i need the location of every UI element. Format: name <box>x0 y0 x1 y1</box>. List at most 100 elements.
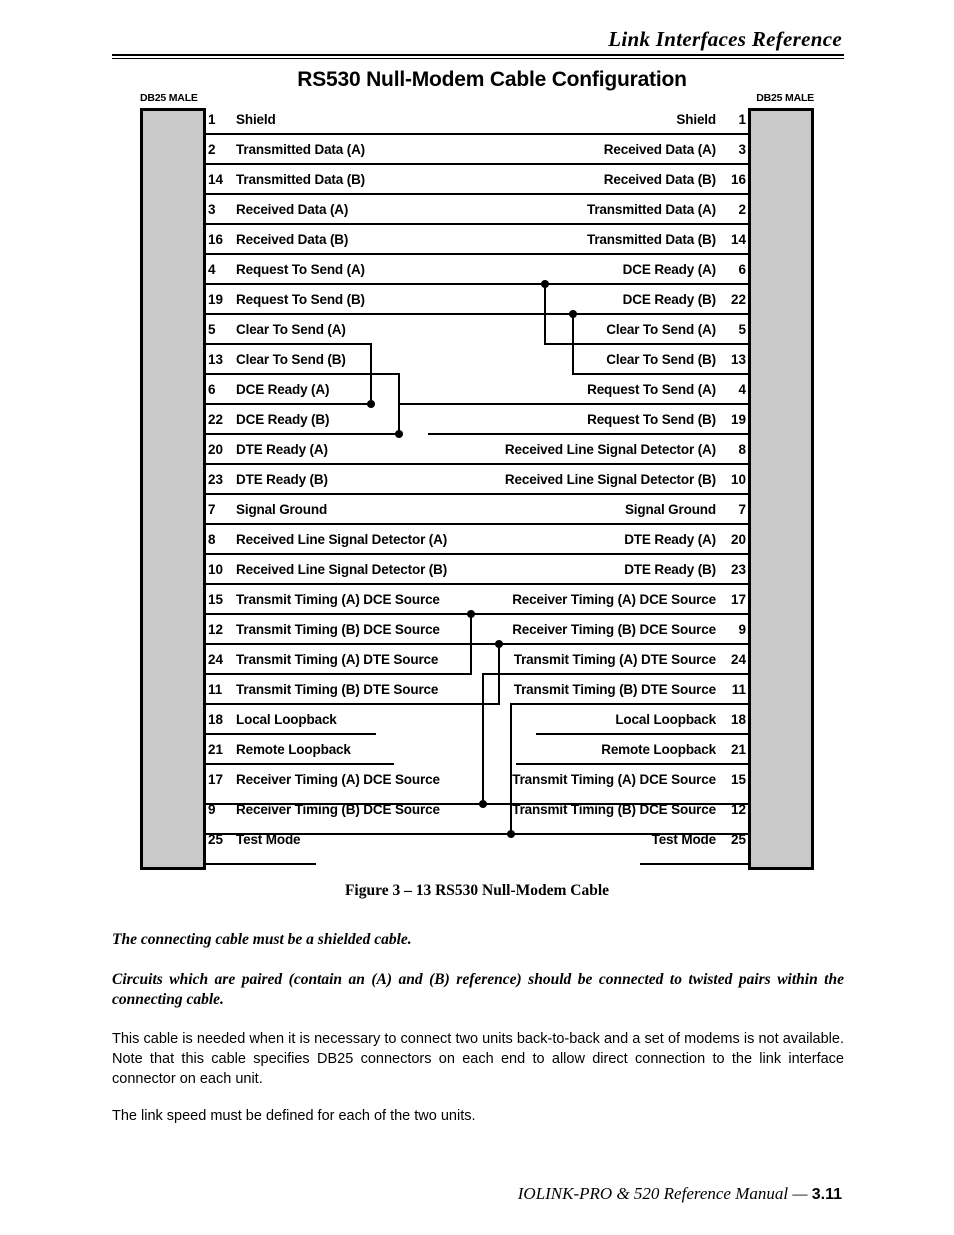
right-pin-number: 4 <box>738 382 746 397</box>
cable-pinout-diagram: DB25 MALE DB25 MALE 1 Shield Shield 1 2 Trans… <box>0 0 954 880</box>
right-signal-name: Signal Ground <box>624 502 716 517</box>
left-signal-name: Signal Ground <box>236 502 328 517</box>
left-pin-number: 4 <box>208 262 216 277</box>
right-signal-name: Clear To Send (A) <box>606 322 716 337</box>
pin-row: 20 DTE Ready (A) Received Line Signal Dete… <box>0 440 954 470</box>
right-pin-number: 7 <box>738 502 746 517</box>
left-pin-number: 10 <box>208 562 224 577</box>
right-signal-name: DTE Ready (B) <box>624 562 716 577</box>
pin-row: 22 DCE Ready (B) Request To Send (B) 19 <box>0 410 954 440</box>
right-pin-number: 15 <box>730 772 746 787</box>
right-pin-number: 2 <box>738 202 746 217</box>
right-signal-name: Received Data (B) <box>603 172 716 187</box>
right-connector-label: DB25 MALE <box>756 92 814 104</box>
right-signal-name: DTE Ready (A) <box>624 532 716 547</box>
pin-row: 3 Received Data (A) Transmitted Data (A) 2 <box>0 200 954 230</box>
right-pin-number: 20 <box>730 532 746 547</box>
left-pin-number: 8 <box>208 532 216 547</box>
right-pin-number: 3 <box>738 142 746 157</box>
right-pin-number: 22 <box>730 292 746 307</box>
pin-row: 1 Shield Shield 1 <box>0 110 954 140</box>
left-pin-number: 1 <box>208 112 216 127</box>
left-signal-name: Clear To Send (A) <box>236 322 346 337</box>
left-signal-name: DCE Ready (B) <box>236 412 330 427</box>
left-signal-name: Transmit Timing (A) DCE Source <box>236 592 440 607</box>
right-pin-number: 23 <box>730 562 746 577</box>
right-pin-number: 14 <box>730 232 746 247</box>
right-signal-name: Transmitted Data (A) <box>586 202 716 217</box>
right-signal-name: Request To Send (A) <box>587 382 716 397</box>
note-twisted-pairs: Circuits which are paired (contain an (A… <box>112 971 844 1008</box>
left-signal-name: Transmit Timing (B) DCE Source <box>236 622 440 637</box>
pin-row: 6 DCE Ready (A) Request To Send (A) 4 <box>0 380 954 410</box>
right-signal-name: DCE Ready (A) <box>622 262 716 277</box>
left-pin-number: 11 <box>208 682 223 697</box>
left-connector-label: DB25 MALE <box>140 92 198 104</box>
right-pin-number: 8 <box>738 442 746 457</box>
footer-page-number: 3.11 <box>811 1186 842 1203</box>
left-signal-name: Receiver Timing (A) DCE Source <box>236 772 440 787</box>
pin-row: 10 Received Line Signal Detector (B) DTE R… <box>0 560 954 590</box>
left-pin-number: 24 <box>208 652 224 667</box>
right-pin-number: 11 <box>731 682 746 697</box>
left-signal-name: Remote Loopback <box>236 742 351 757</box>
left-signal-name: Received Line Signal Detector (B) <box>236 562 448 577</box>
left-signal-name: Shield <box>236 112 276 127</box>
right-signal-name: Local Loopback <box>615 712 716 727</box>
right-pin-number: 17 <box>730 592 746 607</box>
right-signal-name: Received Data (A) <box>603 142 716 157</box>
left-signal-name: DTE Ready (A) <box>236 442 328 457</box>
left-signal-name: Received Data (A) <box>236 202 349 217</box>
left-pin-number: 18 <box>208 712 224 727</box>
pin-row: 5 Clear To Send (A) Clear To Send (A) 5 <box>0 320 954 350</box>
right-signal-name: Clear To Send (B) <box>606 352 716 367</box>
left-pin-number: 7 <box>208 502 216 517</box>
paragraph-link-speed: The link speed must be defined for each … <box>112 1108 476 1124</box>
pin-row: 18 Local Loopback Local Loopback 18 <box>0 710 954 740</box>
pin-row: 7 Signal Ground Signal Ground 7 <box>0 500 954 530</box>
right-signal-name: Request To Send (B) <box>587 412 716 427</box>
left-signal-name: DCE Ready (A) <box>236 382 330 397</box>
right-signal-name: Transmit Timing (B) DTE Source <box>513 682 716 697</box>
left-signal-name: Received Line Signal Detector (A) <box>236 532 448 547</box>
left-signal-name: Local Loopback <box>236 712 337 727</box>
right-signal-name: Received Line Signal Detector (B) <box>504 472 716 487</box>
right-signal-name: Remote Loopback <box>601 742 716 757</box>
pin-row: 4 Request To Send (A) DCE Ready (A) 6 <box>0 260 954 290</box>
left-pin-number: 17 <box>208 772 224 787</box>
left-pin-number: 6 <box>208 382 216 397</box>
left-pin-number: 13 <box>208 352 224 367</box>
left-pin-number: 2 <box>208 142 216 157</box>
right-pin-number: 6 <box>738 262 746 277</box>
left-signal-name: Transmit Timing (B) DTE Source <box>236 682 439 697</box>
left-signal-name: Clear To Send (B) <box>236 352 346 367</box>
note-shielded-cable: The connecting cable must be a shielded … <box>112 931 412 948</box>
right-signal-name: Transmitted Data (B) <box>586 232 716 247</box>
left-pin-number: 21 <box>208 742 224 757</box>
pin-row: 2 Transmitted Data (A) Received Data (A) 3 <box>0 140 954 170</box>
left-pin-number: 23 <box>208 472 224 487</box>
pin-row: 17 Receiver Timing (A) DCE Source Transmit… <box>0 770 954 800</box>
left-pin-number: 22 <box>208 412 224 427</box>
left-signal-name: Transmitted Data (A) <box>236 142 366 157</box>
right-signal-name: Shield <box>676 112 716 127</box>
left-signal-name: Request To Send (B) <box>236 292 365 307</box>
left-signal-name: Received Data (B) <box>236 232 349 247</box>
left-signal-name: Request To Send (A) <box>236 262 365 277</box>
right-signal-name: Transmit Timing (A) DTE Source <box>513 652 716 667</box>
pin-row: 23 DTE Ready (B) Received Line Signal Dete… <box>0 470 954 500</box>
left-pin-number: 14 <box>208 172 224 187</box>
left-signal-name: Transmitted Data (B) <box>236 172 366 187</box>
right-pin-number: 13 <box>730 352 746 367</box>
right-pin-number: 10 <box>730 472 746 487</box>
right-signal-name: Transmit Timing (A) DCE Source <box>512 772 716 787</box>
right-pin-number: 18 <box>730 712 746 727</box>
left-pin-number: 16 <box>208 232 224 247</box>
pin-row: 21 Remote Loopback Remote Loopback 21 <box>0 740 954 770</box>
left-pin-number: 3 <box>208 202 216 217</box>
left-pin-number: 5 <box>208 322 216 337</box>
left-pin-number: 20 <box>208 442 224 457</box>
pin-row: 8 Received Line Signal Detector (A) DTE Re… <box>0 530 954 560</box>
right-pin-number: 24 <box>730 652 746 667</box>
pin-row: 16 Received Data (B) Transmitted Data (B) 1… <box>0 230 954 260</box>
